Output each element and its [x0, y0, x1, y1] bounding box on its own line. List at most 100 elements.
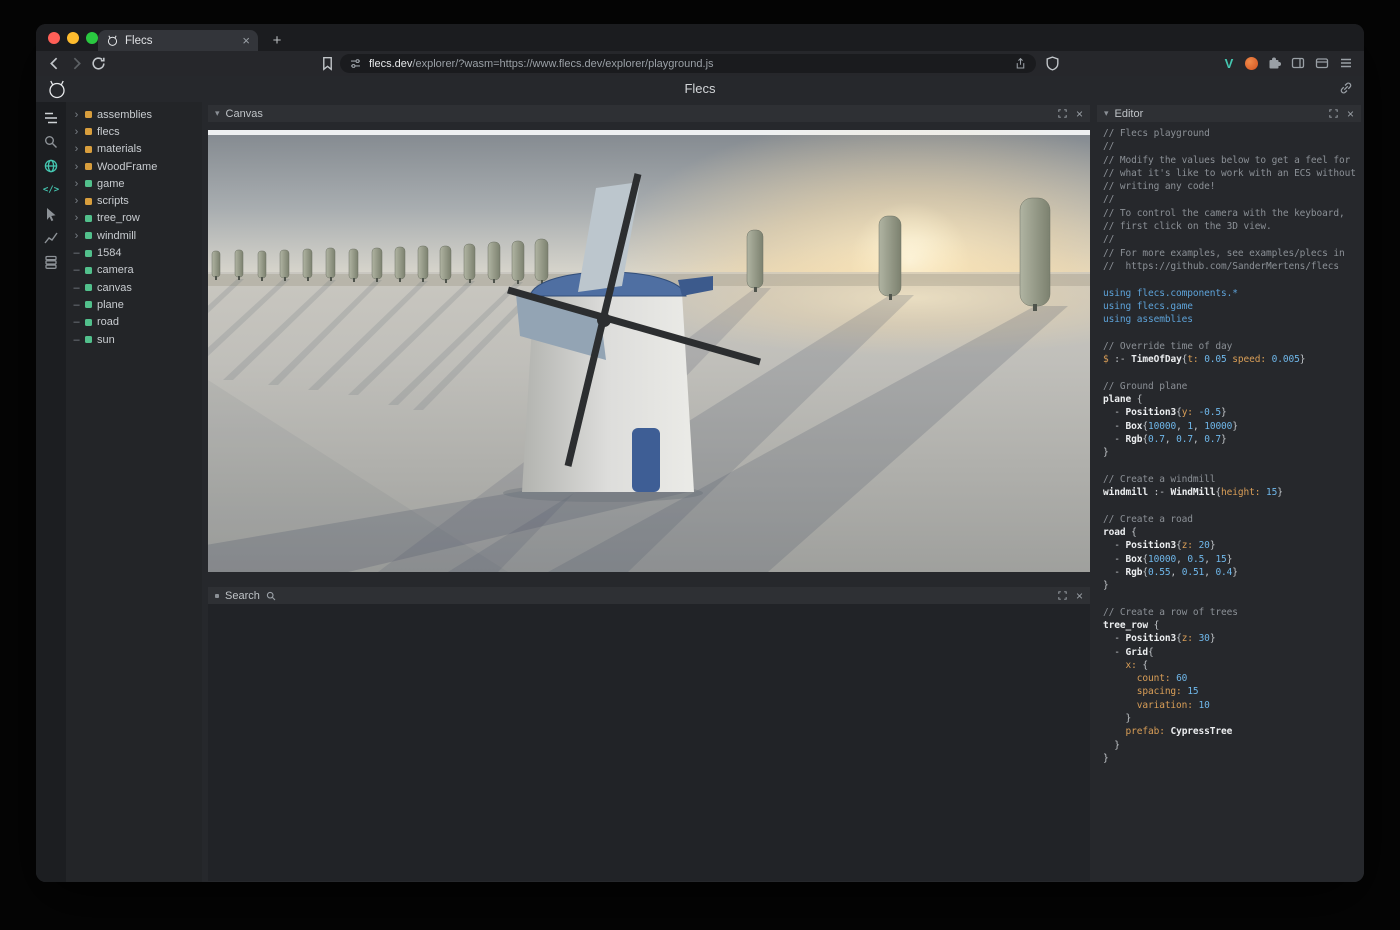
- shield-icon[interactable]: [1044, 55, 1061, 72]
- share-icon[interactable]: [1014, 57, 1027, 70]
- tree-item-tree_row[interactable]: ›tree_row: [66, 210, 202, 227]
- code-line[interactable]: tree_row {: [1103, 619, 1361, 632]
- code-line[interactable]: [1103, 273, 1361, 286]
- site-info-icon[interactable]: [349, 57, 362, 70]
- code-icon[interactable]: </>: [43, 182, 59, 198]
- code-line[interactable]: prefab: CypressTree: [1103, 725, 1361, 738]
- code-line[interactable]: using assemblies: [1103, 313, 1361, 326]
- collapse-dot-icon[interactable]: [215, 594, 219, 598]
- code-line[interactable]: // https://github.com/SanderMertens/flec…: [1103, 260, 1361, 273]
- code-line[interactable]: //: [1103, 193, 1361, 206]
- code-line[interactable]: - Box{10000, 1, 10000}: [1103, 420, 1361, 433]
- permalink-icon[interactable]: [1338, 80, 1354, 96]
- code-line[interactable]: //: [1103, 233, 1361, 246]
- search-icon[interactable]: [43, 134, 59, 150]
- expand-chevron-icon[interactable]: ›: [73, 230, 80, 242]
- back-button[interactable]: [46, 55, 63, 72]
- tree-item-flecs[interactable]: ›flecs: [66, 123, 202, 140]
- code-line[interactable]: // Flecs playground: [1103, 127, 1361, 140]
- tree-item-plane[interactable]: –plane: [66, 296, 202, 313]
- tree-item-scripts[interactable]: ›scripts: [66, 192, 202, 209]
- code-line[interactable]: [1103, 459, 1361, 472]
- expand-chevron-icon[interactable]: ›: [73, 212, 80, 224]
- search-results-area[interactable]: [208, 604, 1090, 881]
- editor-panel-header[interactable]: ▾ Editor ×: [1097, 105, 1361, 122]
- code-line[interactable]: // To control the camera with the keyboa…: [1103, 207, 1361, 220]
- wallet-icon[interactable]: [1314, 55, 1330, 71]
- stats-icon[interactable]: [43, 230, 59, 246]
- forward-button[interactable]: [68, 55, 85, 72]
- extensions-puzzle-icon[interactable]: [1266, 55, 1282, 71]
- tree-item-game[interactable]: ›game: [66, 175, 202, 192]
- code-line[interactable]: - Rgb{0.7, 0.7, 0.7}: [1103, 433, 1361, 446]
- world-icon[interactable]: [43, 158, 59, 174]
- code-line[interactable]: - Box{10000, 0.5, 15}: [1103, 553, 1361, 566]
- close-icon[interactable]: ×: [1076, 108, 1083, 120]
- code-line[interactable]: - Position3{y: -0.5}: [1103, 406, 1361, 419]
- code-line[interactable]: using flecs.game: [1103, 300, 1361, 313]
- tree-item-assemblies[interactable]: ›assemblies: [66, 106, 202, 123]
- code-line[interactable]: - Rgb{0.55, 0.51, 0.4}: [1103, 566, 1361, 579]
- code-line[interactable]: // Ground plane: [1103, 380, 1361, 393]
- expand-chevron-icon[interactable]: ›: [73, 126, 80, 138]
- expand-chevron-icon[interactable]: ›: [73, 161, 80, 173]
- code-line[interactable]: x: {: [1103, 659, 1361, 672]
- reload-button[interactable]: [90, 55, 107, 72]
- code-line[interactable]: [1103, 592, 1361, 605]
- tree-item-road[interactable]: –road: [66, 314, 202, 331]
- code-line[interactable]: }: [1103, 739, 1361, 752]
- code-line[interactable]: // Create a windmill: [1103, 473, 1361, 486]
- collapse-chevron-icon[interactable]: ▾: [215, 109, 220, 118]
- code-line[interactable]: }: [1103, 446, 1361, 459]
- expand-chevron-icon[interactable]: ›: [73, 143, 80, 155]
- code-line[interactable]: count: 60: [1103, 672, 1361, 685]
- code-line[interactable]: plane {: [1103, 393, 1361, 406]
- code-line[interactable]: windmill :- WindMill{height: 15}: [1103, 486, 1361, 499]
- code-line[interactable]: spacing: 15: [1103, 685, 1361, 698]
- code-line[interactable]: // For more examples, see examples/plecs…: [1103, 247, 1361, 260]
- tree-item-windmill[interactable]: ›windmill: [66, 227, 202, 244]
- code-line[interactable]: [1103, 326, 1361, 339]
- new-tab-button[interactable]: +: [268, 32, 286, 49]
- code-line[interactable]: [1103, 499, 1361, 512]
- menu-icon[interactable]: [1338, 55, 1354, 71]
- canvas-panel-header[interactable]: ▾ Canvas ×: [208, 105, 1090, 122]
- code-line[interactable]: // Create a road: [1103, 513, 1361, 526]
- expand-chevron-icon[interactable]: ›: [73, 195, 80, 207]
- tree-item-camera[interactable]: –camera: [66, 262, 202, 279]
- expand-chevron-icon[interactable]: ›: [73, 178, 80, 190]
- fullscreen-icon[interactable]: [1058, 591, 1067, 600]
- code-editor[interactable]: // Flecs playground//// Modify the value…: [1097, 122, 1361, 785]
- window-minimize-button[interactable]: [67, 32, 79, 44]
- extension-orange-icon[interactable]: [1245, 57, 1258, 70]
- window-close-button[interactable]: [48, 32, 60, 44]
- tree-item-WoodFrame[interactable]: ›WoodFrame: [66, 158, 202, 175]
- code-line[interactable]: }: [1103, 712, 1361, 725]
- code-line[interactable]: // Modify the values below to get a feel…: [1103, 154, 1361, 167]
- window-zoom-button[interactable]: [86, 32, 98, 44]
- side-panel-icon[interactable]: [1290, 55, 1306, 71]
- code-line[interactable]: $ :- TimeOfDay{t: 0.05 speed: 0.005}: [1103, 353, 1361, 366]
- inspect-icon[interactable]: [43, 206, 59, 222]
- search-panel-header[interactable]: Search ×: [208, 587, 1090, 604]
- code-line[interactable]: variation: 10: [1103, 699, 1361, 712]
- code-line[interactable]: road {: [1103, 526, 1361, 539]
- bookmark-sidebar-icon[interactable]: [319, 55, 336, 72]
- code-line[interactable]: }: [1103, 579, 1361, 592]
- fullscreen-icon[interactable]: [1058, 109, 1067, 118]
- 3d-viewport[interactable]: [208, 130, 1090, 572]
- code-line[interactable]: // what it's like to work with an ECS wi…: [1103, 167, 1361, 180]
- code-line[interactable]: // writing any code!: [1103, 180, 1361, 193]
- outliner-icon[interactable]: [43, 110, 59, 126]
- code-line[interactable]: //: [1103, 140, 1361, 153]
- code-line[interactable]: }: [1103, 752, 1361, 765]
- extension-v-icon[interactable]: V: [1221, 56, 1237, 71]
- code-line[interactable]: - Position3{z: 20}: [1103, 539, 1361, 552]
- tab-close-icon[interactable]: ×: [242, 34, 250, 47]
- code-line[interactable]: // Create a row of trees: [1103, 606, 1361, 619]
- close-icon[interactable]: ×: [1076, 590, 1083, 602]
- tables-icon[interactable]: [43, 254, 59, 270]
- browser-tab[interactable]: Flecs ×: [98, 30, 258, 51]
- tree-item-sun[interactable]: –sun: [66, 331, 202, 348]
- code-line[interactable]: - Position3{z: 30}: [1103, 632, 1361, 645]
